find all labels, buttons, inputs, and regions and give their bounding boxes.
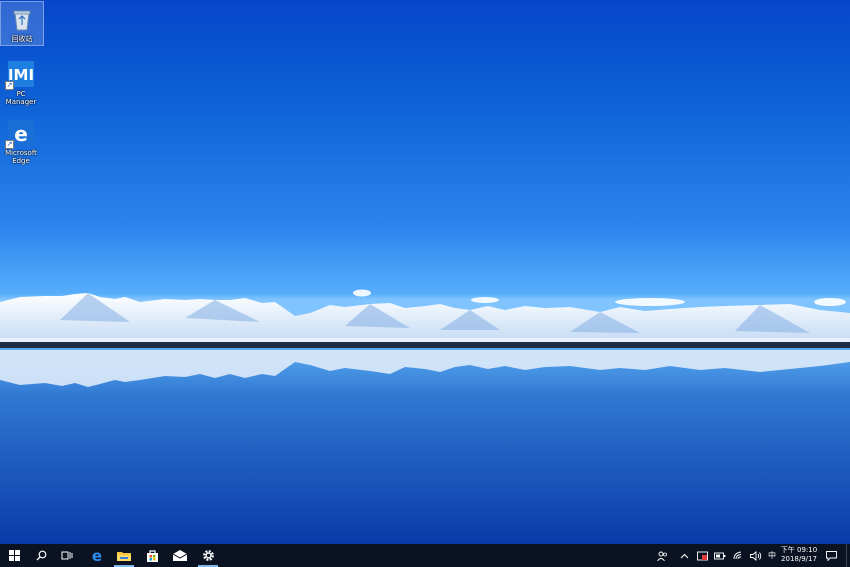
shortcut-arrow-icon: ↗ <box>5 140 14 149</box>
store-bag-icon <box>146 550 158 562</box>
people-button[interactable] <box>654 544 670 567</box>
pc-manager-icon: IMI ↗ <box>5 60 35 90</box>
notification-icon <box>825 550 837 561</box>
clouds <box>353 289 846 306</box>
edge-icon: e ↗ <box>5 119 35 149</box>
desktop-icon-edge[interactable]: e ↗ Microsoft Edge <box>0 119 42 165</box>
gear-icon <box>202 550 214 561</box>
mail-icon <box>173 550 187 561</box>
defender-alert-icon <box>696 551 708 560</box>
action-center-button[interactable] <box>823 544 839 567</box>
desktop-icon-label: 回收站 <box>11 35 33 43</box>
battery-button[interactable] <box>713 544 727 567</box>
recycle-bin-icon <box>8 5 36 33</box>
mountains <box>0 293 850 338</box>
taskbar-store-button[interactable] <box>139 544 165 567</box>
people-icon <box>656 551 667 561</box>
folder-icon <box>117 551 131 561</box>
show-hidden-icons-button[interactable] <box>677 544 691 567</box>
tray-app-button[interactable] <box>695 544 709 567</box>
taskbar: e 中 下午 09:10 2018/9/17 <box>0 544 850 567</box>
desktop-icon-pc-manager[interactable]: IMI ↗ PC Manager <box>0 60 42 106</box>
task-view-button[interactable] <box>54 544 80 567</box>
start-button[interactable] <box>1 544 27 567</box>
clock-time: 下午 09:10 <box>780 546 818 554</box>
task-view-icon <box>61 551 73 560</box>
desktop-icon-label: Microsoft Edge <box>5 149 37 165</box>
taskbar-file-explorer-button[interactable] <box>111 544 137 567</box>
chevron-up-icon <box>680 553 688 558</box>
show-desktop-button[interactable] <box>846 544 850 567</box>
wifi-icon <box>733 551 741 560</box>
desktop[interactable]: 回收站 IMI ↗ PC Manager e ↗ Microsoft Edge <box>0 0 850 544</box>
shore-line <box>0 342 850 348</box>
desktop-icon-recycle-bin[interactable]: 回收站 <box>0 1 44 46</box>
network-button[interactable] <box>731 544 745 567</box>
shore-snow <box>0 338 850 342</box>
svg-text:e: e <box>92 549 102 563</box>
desktop-icon-label: PC Manager <box>5 90 37 106</box>
taskbar-settings-button[interactable] <box>195 544 221 567</box>
svg-text:e: e <box>14 122 28 146</box>
battery-icon <box>714 552 726 559</box>
taskbar-edge-button[interactable]: e <box>84 544 110 567</box>
clock-date: 2018/9/17 <box>781 555 817 563</box>
windows-logo-icon <box>8 550 20 561</box>
edge-icon: e <box>92 549 102 563</box>
search-button[interactable] <box>28 544 54 567</box>
speaker-icon <box>750 550 762 561</box>
shortcut-arrow-icon: ↗ <box>5 81 14 90</box>
clock[interactable]: 下午 09:10 2018/9/17 <box>776 546 822 564</box>
wallpaper <box>0 289 850 544</box>
search-icon <box>36 550 46 561</box>
taskbar-mail-button[interactable] <box>167 544 193 567</box>
volume-button[interactable] <box>749 544 763 567</box>
